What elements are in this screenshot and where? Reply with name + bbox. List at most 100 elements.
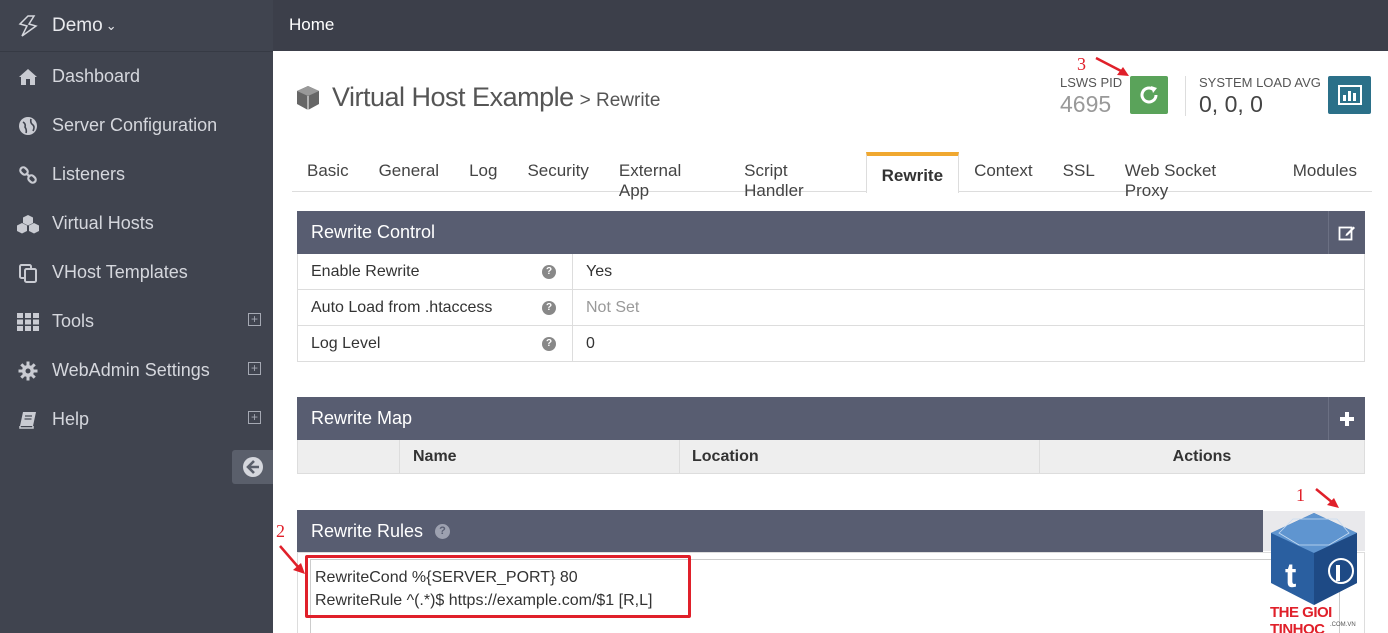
expand-icon[interactable]: + bbox=[248, 411, 261, 424]
panel-header: Rewrite Rules ? bbox=[297, 510, 1263, 553]
panel-header: Rewrite Map bbox=[297, 397, 1365, 440]
arrow-left-circle-icon bbox=[242, 457, 263, 477]
tab-log[interactable]: Log bbox=[454, 152, 512, 192]
brand-name: Demo bbox=[52, 14, 103, 36]
panel-title: Rewrite Control bbox=[311, 222, 436, 242]
tab-security[interactable]: Security bbox=[512, 152, 603, 192]
column-header-actions: Actions bbox=[1172, 447, 1232, 465]
book-icon bbox=[16, 409, 40, 431]
help-icon[interactable]: ? bbox=[542, 265, 556, 279]
setting-key: Enable Rewrite? bbox=[298, 254, 573, 289]
real-time-stats-button[interactable] bbox=[1328, 76, 1371, 114]
tab-rewrite[interactable]: Rewrite bbox=[865, 152, 960, 193]
annotation-label: 3 bbox=[1077, 54, 1086, 74]
tab-ssl[interactable]: SSL bbox=[1048, 152, 1110, 192]
setting-label: Enable Rewrite bbox=[311, 262, 420, 280]
sidebar-item-webadmin-settings[interactable]: WebAdmin Settings + bbox=[0, 346, 273, 395]
sidebar-item-vhost-templates[interactable]: VHost Templates bbox=[0, 248, 273, 297]
load-value: 0, 0, 0 bbox=[1199, 91, 1263, 117]
page-title: Virtual Host Example > Rewrite bbox=[294, 82, 660, 113]
refresh-icon bbox=[1140, 86, 1158, 104]
edit-button[interactable] bbox=[1328, 211, 1365, 254]
header-divider bbox=[1185, 76, 1186, 116]
setting-key: Auto Load from .htaccess? bbox=[298, 290, 573, 325]
tab-bar: Basic General Log Security External App … bbox=[292, 152, 1372, 200]
rewrite-map-panel: Rewrite Map Name Location Actions bbox=[297, 397, 1365, 474]
breadcrumb-home[interactable]: Home bbox=[289, 15, 334, 35]
table-row: Auto Load from .htaccess? Not Set bbox=[298, 290, 1364, 326]
plus-icon bbox=[1340, 411, 1354, 426]
sidebar-item-dashboard[interactable]: Dashboard bbox=[0, 52, 273, 101]
page-title-sub: > Rewrite bbox=[579, 90, 661, 111]
table-row: Enable Rewrite? Yes bbox=[298, 254, 1364, 290]
sidebar-item-label: VHost Templates bbox=[52, 262, 188, 282]
top-bar: Home bbox=[273, 0, 1388, 51]
pid-value: 4695 bbox=[1060, 91, 1112, 117]
highlight-box bbox=[305, 555, 691, 618]
sidebar-item-help[interactable]: Help + bbox=[0, 395, 273, 444]
setting-value: Yes bbox=[586, 262, 613, 280]
home-icon bbox=[16, 66, 40, 88]
setting-label: Log Level bbox=[311, 334, 381, 352]
cube-icon bbox=[297, 85, 319, 110]
watermark-subtext: .COM.VN bbox=[1330, 622, 1356, 628]
tab-general[interactable]: General bbox=[364, 152, 454, 192]
panel-header: Rewrite Control bbox=[297, 211, 1365, 254]
setting-key: Log Level? bbox=[298, 326, 573, 361]
globe-icon bbox=[16, 115, 40, 137]
sidebar-item-listeners[interactable]: Listeners bbox=[0, 150, 273, 199]
tab-basic[interactable]: Basic bbox=[292, 152, 364, 192]
help-icon[interactable]: ? bbox=[542, 301, 556, 315]
cubes-icon bbox=[16, 213, 40, 235]
sidebar-item-label: Listeners bbox=[52, 164, 126, 184]
tab-modules[interactable]: Modules bbox=[1278, 152, 1372, 192]
add-map-button[interactable] bbox=[1328, 397, 1365, 440]
edit-icon bbox=[1338, 226, 1355, 240]
collapse-sidebar-button[interactable] bbox=[232, 450, 273, 484]
sidebar-item-label: Server Configuration bbox=[52, 115, 218, 135]
annotation-arrow bbox=[279, 545, 305, 574]
sidebar: Demo ⌄ Dashboard Server Configuration Li… bbox=[0, 0, 273, 633]
tab-context[interactable]: Context bbox=[959, 152, 1048, 192]
litespeed-logo-icon bbox=[18, 14, 38, 37]
tab-script-handler[interactable]: Script Handler bbox=[729, 152, 865, 200]
panel-title: Rewrite Map bbox=[311, 408, 413, 428]
sidebar-item-server-configuration[interactable]: Server Configuration bbox=[0, 101, 273, 150]
sidebar-item-label: Dashboard bbox=[52, 66, 141, 86]
tab-web-socket-proxy[interactable]: Web Socket Proxy bbox=[1110, 152, 1278, 200]
load-label: SYSTEM LOAD AVG bbox=[1199, 75, 1321, 90]
sidebar-item-label: WebAdmin Settings bbox=[52, 360, 210, 380]
table-row: Log Level? 0 bbox=[298, 326, 1364, 362]
bar-chart-icon bbox=[1337, 85, 1362, 105]
gear-icon bbox=[16, 360, 40, 382]
annotation-label: 2 bbox=[276, 521, 285, 541]
watermark-text: THE GIOI TINHOC bbox=[1270, 604, 1332, 633]
tab-external-app[interactable]: External App bbox=[604, 152, 729, 200]
graceful-restart-button[interactable] bbox=[1130, 76, 1168, 114]
chevron-down-icon: ⌄ bbox=[105, 17, 117, 33]
help-icon[interactable]: ? bbox=[435, 524, 451, 539]
rewrite-rules-panel: Rewrite Rules ? bbox=[297, 510, 1365, 553]
svg-text:t: t bbox=[1285, 557, 1296, 595]
setting-value: 0 bbox=[586, 334, 595, 352]
sidebar-item-label: Tools bbox=[52, 311, 95, 331]
column-header-location: Location bbox=[680, 440, 1040, 473]
rewrite-control-table: Enable Rewrite? Yes Auto Load from .htac… bbox=[297, 254, 1365, 362]
column-header bbox=[298, 440, 400, 473]
table-header: Name Location Actions bbox=[297, 440, 1365, 474]
grid-icon bbox=[16, 311, 40, 333]
rewrite-control-panel: Rewrite Control Enable Rewrite? Yes Auto… bbox=[297, 211, 1365, 362]
panel-title: Rewrite Rules bbox=[311, 521, 424, 541]
copy-icon bbox=[16, 262, 40, 284]
setting-value: Not Set bbox=[586, 298, 640, 316]
brand[interactable]: Demo ⌄ bbox=[0, 0, 273, 52]
sidebar-item-virtual-hosts[interactable]: Virtual Hosts bbox=[0, 199, 273, 248]
sidebar-item-tools[interactable]: Tools + bbox=[0, 297, 273, 346]
annotation-arrow bbox=[1315, 488, 1339, 508]
sidebar-item-label: Help bbox=[52, 409, 90, 429]
help-icon[interactable]: ? bbox=[542, 337, 556, 351]
column-header-name: Name bbox=[400, 440, 680, 473]
expand-icon[interactable]: + bbox=[248, 313, 261, 326]
expand-icon[interactable]: + bbox=[248, 362, 261, 375]
setting-label: Auto Load from .htaccess bbox=[311, 298, 493, 316]
